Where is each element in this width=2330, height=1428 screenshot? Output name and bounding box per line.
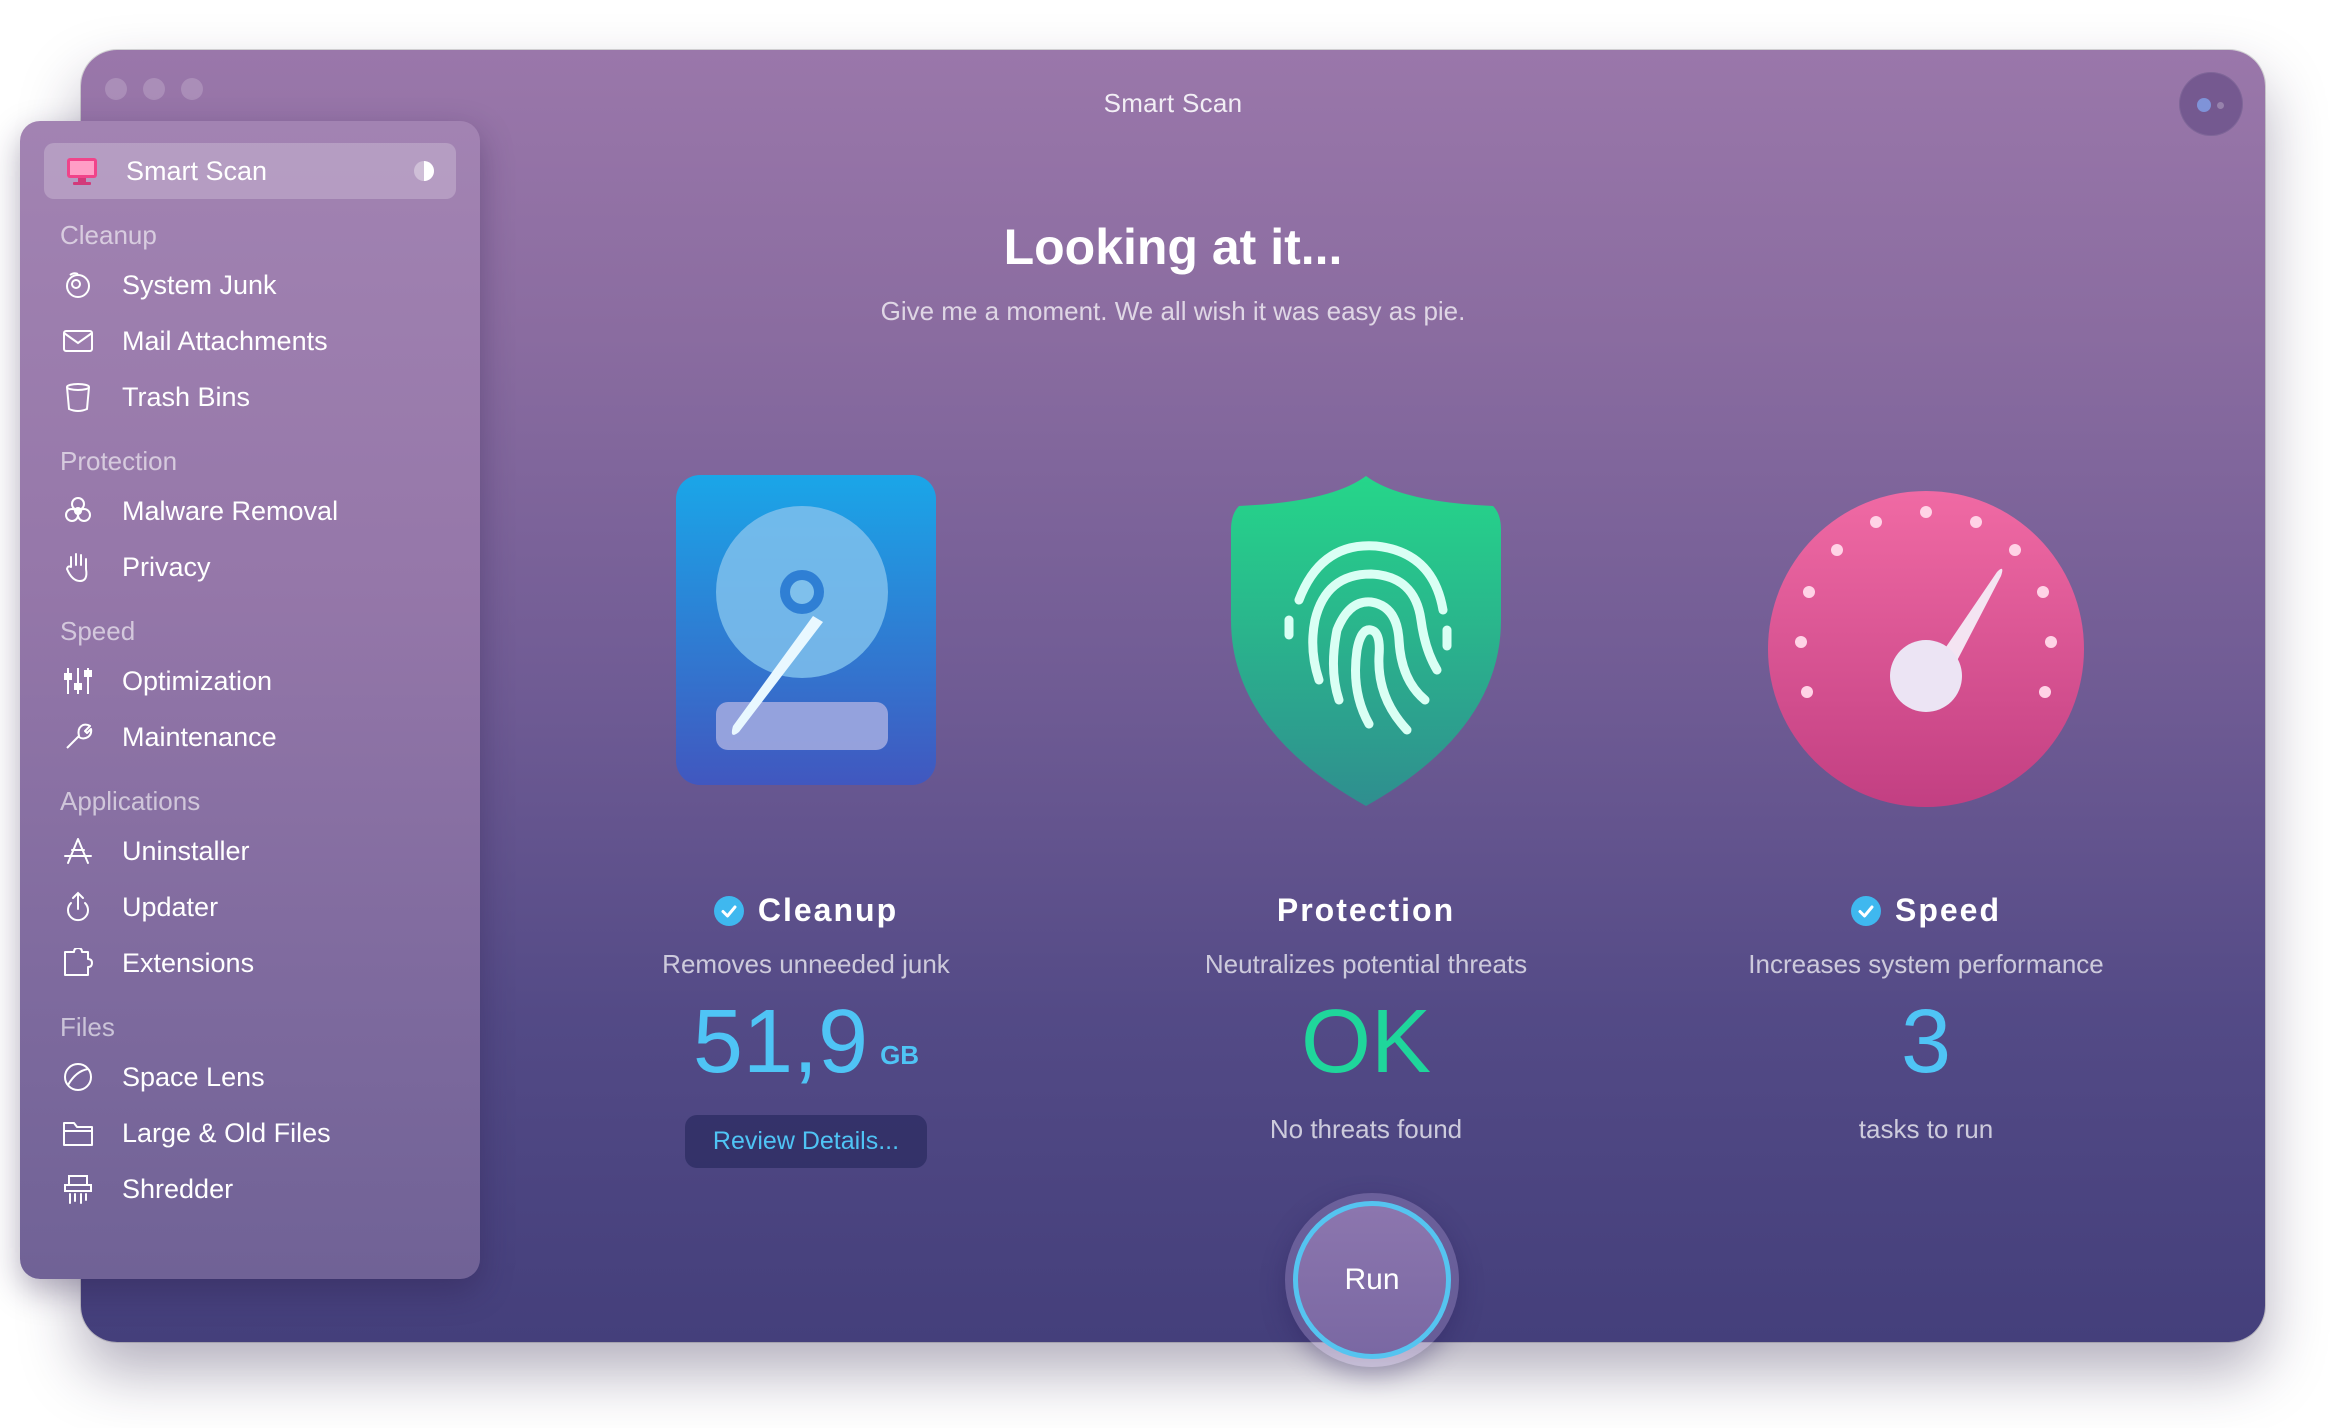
sidebar-section-applications: Applications [60, 786, 201, 816]
window-title: Smart Scan [1103, 88, 1243, 118]
envelope-icon [60, 323, 96, 359]
cleanup-title-label: Cleanup [757, 892, 899, 928]
uninstaller-icon [60, 833, 96, 869]
sliders-icon [60, 663, 96, 699]
sidebar-item-privacy[interactable]: Privacy [20, 539, 480, 595]
sidebar-section-files: Files [60, 1012, 115, 1042]
cleanup-size-unit: GB [880, 1040, 920, 1070]
sidebar-item-label: Optimization [122, 665, 273, 696]
protection-title-label: Protection [1276, 892, 1456, 928]
review-details-button[interactable]: Review Details... [684, 1115, 928, 1168]
folder-icon [60, 1115, 96, 1151]
sidebar-item-mail-attachments[interactable]: Mail Attachments [20, 313, 480, 369]
sidebar-item-label: Extensions [122, 947, 255, 978]
screenshot-stage: Smart Scan Looking at it... Give me a mo… [0, 0, 2330, 1428]
sidebar-item-label: Uninstaller [122, 835, 250, 866]
speed-title-label: Speed [1894, 892, 2002, 928]
cleanup-size-value: 51,9 [692, 992, 869, 1092]
sidebar-item-trash-bins[interactable]: Trash Bins [20, 369, 480, 425]
sidebar-item-smart-scan[interactable]: Smart Scan [44, 143, 456, 199]
cleanup-description: Removes unneeded junk [662, 949, 950, 979]
cleanup-illustration [556, 470, 1056, 830]
sidebar-item-label: Large & Old Files [122, 1117, 331, 1148]
biohazard-icon [60, 493, 96, 529]
assistant-button[interactable] [2179, 72, 2243, 136]
sidebar-item-label: Shredder [122, 1173, 234, 1204]
sidebar-item-label: Privacy [122, 551, 211, 582]
sidebar-item-large-old-files[interactable]: Large & Old Files [20, 1105, 480, 1161]
run-button[interactable]: Run [1293, 1201, 1451, 1359]
hand-icon [60, 549, 96, 585]
sidebar-item-updater[interactable]: Updater [20, 879, 480, 935]
sidebar-item-optimization[interactable]: Optimization [20, 653, 480, 709]
protection-status: OK [1300, 992, 1432, 1092]
sidebar-item-malware-removal[interactable]: Malware Removal [20, 483, 480, 539]
protection-module: Protection Neutralizes potential threats… [1116, 470, 1616, 1145]
sidebar-item-label: Updater [122, 891, 219, 922]
speedometer-icon [1768, 491, 2084, 807]
sidebar-item-label: Maintenance [122, 721, 277, 752]
lens-icon [60, 1059, 96, 1095]
sidebar-item-label: System Junk [122, 269, 277, 300]
cleanup-size: 51,9 GB [556, 994, 1056, 1103]
sidebar-item-system-junk[interactable]: System Junk [20, 257, 480, 313]
sidebar-item-space-lens[interactable]: Space Lens [20, 1049, 480, 1105]
sidebar-section-cleanup: Cleanup [60, 220, 157, 250]
speed-note: tasks to run [1858, 1114, 1994, 1144]
sidebar-item-extensions[interactable]: Extensions [20, 935, 480, 991]
speed-description: Increases system performance [1748, 949, 2104, 979]
cleanup-module: Cleanup Removes unneeded junk 51,9 GB Rev… [556, 470, 1056, 1168]
sidebar-item-label: Smart Scan [126, 155, 268, 186]
sidebar-item-label: Mail Attachments [122, 325, 328, 356]
protection-illustration [1116, 470, 1616, 830]
assistant-dot-icon [2197, 98, 2211, 112]
system-junk-icon [60, 267, 96, 303]
scan-progress-icon [414, 161, 434, 181]
hard-drive-icon [676, 475, 936, 785]
wrench-icon [60, 719, 96, 755]
sidebar-section-protection: Protection [60, 446, 178, 476]
protection-note: No threats found [1269, 1114, 1463, 1144]
speed-illustration [1676, 470, 2176, 830]
sidebar-section-speed: Speed [60, 616, 136, 646]
update-icon [60, 889, 96, 925]
sidebar-item-uninstaller[interactable]: Uninstaller [20, 823, 480, 879]
checkmark-icon[interactable] [713, 895, 744, 926]
sidebar-item-label: Trash Bins [122, 381, 251, 412]
cleanup-title: Cleanup [556, 892, 1056, 929]
protection-title: Protection [1116, 892, 1616, 929]
sidebar: Smart Scan Cleanup System Junk Mail Atta… [20, 121, 480, 1279]
speed-title: Speed [1676, 892, 2176, 929]
monitor-icon [64, 153, 100, 189]
sidebar-item-label: Space Lens [122, 1061, 265, 1092]
sidebar-item-label: Malware Removal [122, 495, 339, 526]
protection-description: Neutralizes potential threats [1204, 949, 1528, 979]
sidebar-item-shredder[interactable]: Shredder [20, 1161, 480, 1217]
puzzle-icon [60, 945, 96, 981]
shredder-icon [60, 1171, 96, 1207]
run-button-halo: Run [1285, 1193, 1459, 1367]
trash-icon [60, 379, 96, 415]
shield-fingerprint-icon [1231, 476, 1501, 806]
sidebar-item-maintenance[interactable]: Maintenance [20, 709, 480, 765]
checkmark-icon[interactable] [1850, 895, 1881, 926]
speed-task-count: 3 [1900, 992, 1952, 1092]
speed-module: Speed Increases system performance 3 tas… [1676, 470, 2176, 1145]
assistant-dot-small [2217, 102, 2224, 109]
